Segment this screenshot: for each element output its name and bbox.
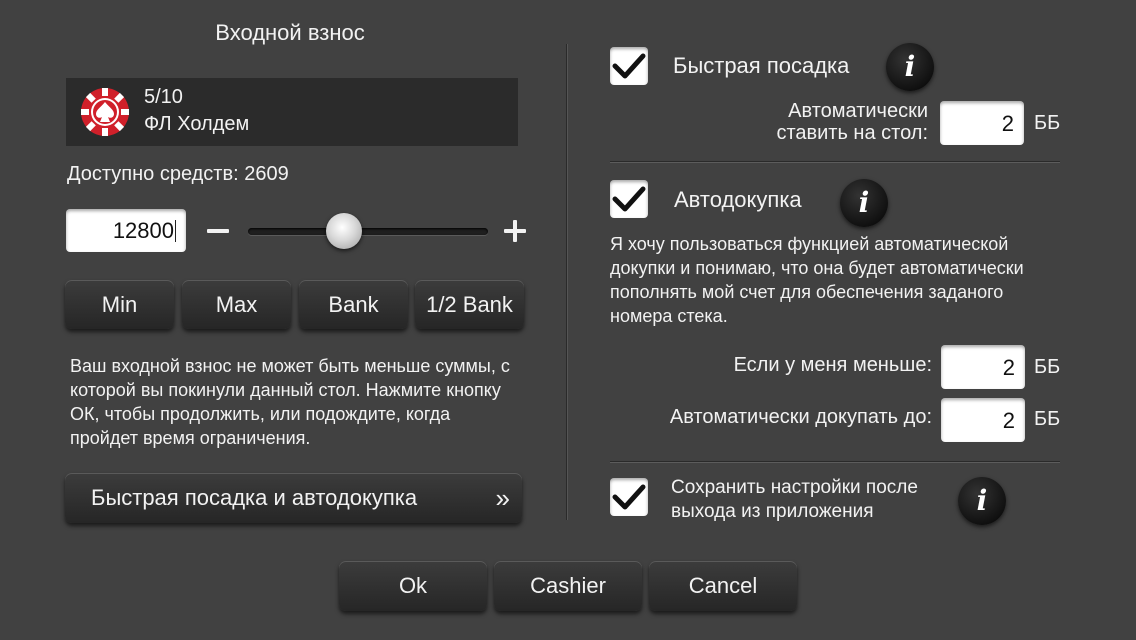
auto-seat-label-line2: ставить на стол: — [776, 122, 928, 144]
buyin-amount-input[interactable]: 12800 — [66, 209, 186, 252]
fast-seat-info-icon[interactable]: i — [886, 43, 934, 91]
half-bank-button[interactable]: 1/2 Bank — [415, 280, 524, 329]
auto-seat-bb-input[interactable]: 2 — [940, 101, 1024, 145]
table-stakes: 5/10 — [144, 86, 183, 108]
rebuy-to-unit: ББ — [1034, 408, 1061, 430]
available-funds: Доступно средств: 2609 — [67, 163, 289, 185]
if-less-unit: ББ — [1034, 356, 1061, 378]
column-divider — [566, 44, 567, 520]
rebuy-to-label: Автоматически докупать до: — [669, 406, 932, 428]
settings-divider-2 — [610, 461, 1060, 462]
table-info-card: 5/10 ФЛ Холдем — [66, 78, 518, 146]
decrease-amount-icon[interactable] — [207, 229, 229, 233]
save-settings-label-line1: Сохранить настройки после — [671, 477, 918, 498]
checkmark-icon — [612, 186, 646, 212]
auto-seat-label: Автоматически ставить на стол: — [700, 100, 928, 144]
cancel-button[interactable]: Cancel — [649, 561, 797, 611]
rebuy-to-bb-input[interactable]: 2 — [941, 398, 1025, 442]
save-settings-info-icon[interactable]: i — [958, 477, 1006, 525]
auto-seat-label-line1: Автоматически — [788, 100, 928, 122]
auto-rebuy-description: Я хочу пользоваться функцией автоматичес… — [610, 234, 1024, 326]
fast-seat-label: Быстрая посадка — [673, 53, 850, 78]
poker-chip-icon — [81, 88, 129, 136]
save-settings-label: Сохранить настройки после выхода из прил… — [671, 476, 918, 524]
buyin-amount-value: 12800 — [112, 218, 174, 243]
checkmark-icon — [612, 484, 646, 510]
fast-seat-checkbox[interactable] — [610, 47, 648, 85]
amount-slider-knob[interactable] — [326, 213, 362, 249]
fast-seat-autorebuy-label: Быстрая посадка и автодокупка — [91, 485, 418, 510]
auto-rebuy-info-icon[interactable]: i — [840, 179, 888, 227]
checkmark-icon — [612, 53, 646, 79]
min-button[interactable]: Min — [65, 280, 174, 329]
ok-button[interactable]: Ok — [339, 561, 487, 611]
max-button[interactable]: Max — [182, 280, 291, 329]
text-caret — [175, 220, 176, 242]
chevron-right-icon: » — [495, 483, 511, 513]
table-game-type: ФЛ Холдем — [144, 113, 250, 135]
fast-seat-autorebuy-button[interactable]: Быстрая посадка и автодокупка » — [65, 473, 522, 523]
increase-amount-icon-vertical[interactable] — [513, 220, 517, 242]
if-less-bb-input[interactable]: 2 — [941, 345, 1025, 389]
save-settings-checkbox[interactable] — [610, 478, 648, 516]
save-settings-label-line2: выхода из приложения — [671, 501, 874, 522]
auto-rebuy-checkbox[interactable] — [610, 180, 648, 218]
buyin-notice: Ваш входной взнос не может быть меньше с… — [70, 356, 510, 448]
cashier-button[interactable]: Cashier — [494, 561, 642, 611]
if-less-label: Если у меня меньше: — [733, 354, 932, 376]
settings-divider-1 — [610, 161, 1060, 162]
amount-slider-track[interactable] — [248, 228, 488, 235]
auto-seat-unit: ББ — [1034, 112, 1061, 134]
auto-rebuy-label: Автодокупка — [674, 187, 802, 212]
buyin-title: Входной взнос — [215, 20, 365, 45]
bank-button[interactable]: Bank — [299, 280, 408, 329]
